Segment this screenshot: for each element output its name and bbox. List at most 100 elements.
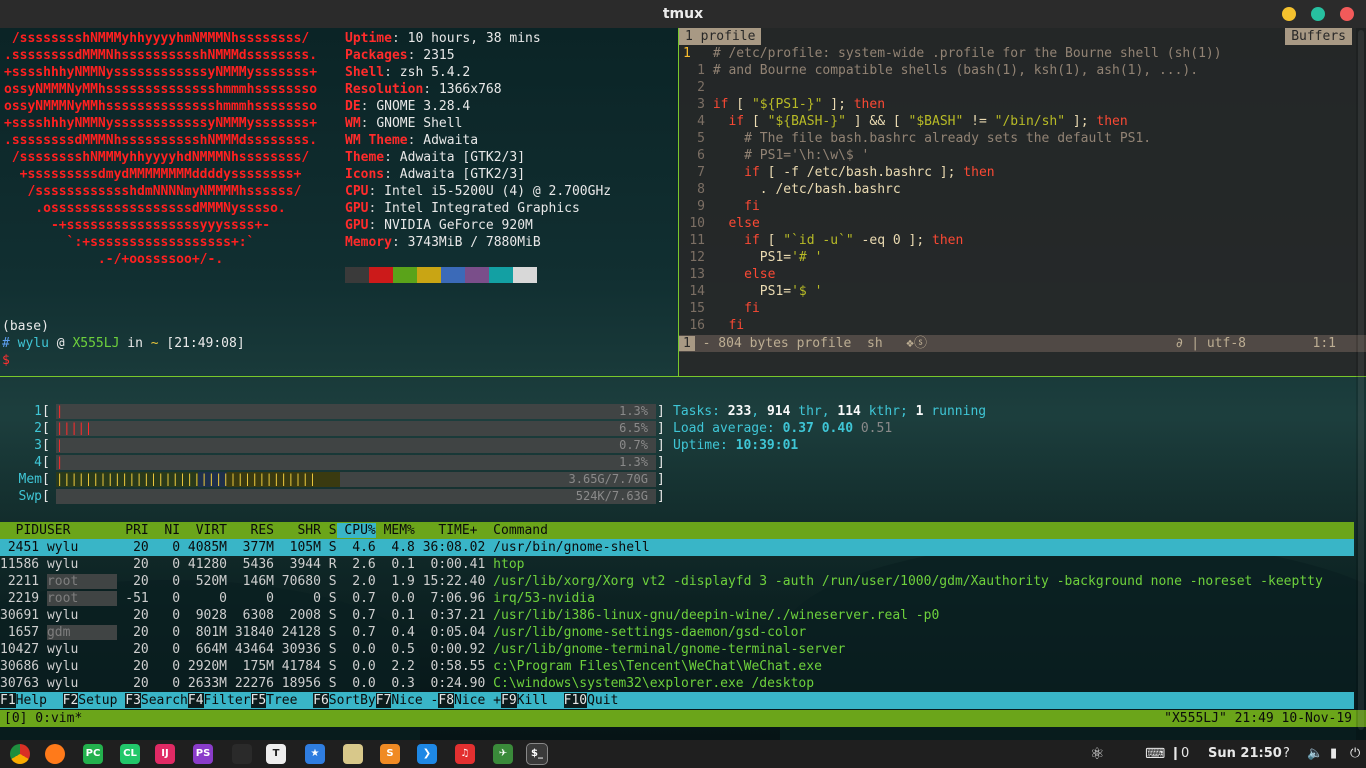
vim-line-text[interactable]: if [ "${BASH-}" ] && [ "$BASH" != "/bin/… bbox=[705, 114, 1127, 129]
vim-line[interactable]: 3 if [ "${PS1-}" ]; then bbox=[679, 96, 1366, 113]
vim-line[interactable]: 8 . /etc/bash.bashrc bbox=[679, 181, 1366, 198]
volume-icon[interactable]: 🔈 bbox=[1307, 740, 1323, 768]
fkey-f7[interactable]: F7 bbox=[375, 693, 392, 708]
neofetch-pane[interactable]: /sssssssshNMMMyhhyyyyhmNMMMNhssssssss/ .s… bbox=[0, 28, 678, 376]
phpstorm-icon[interactable]: PS bbox=[193, 744, 213, 764]
netease-music-icon[interactable]: ♫ bbox=[455, 744, 475, 764]
notification-icon[interactable]: ❙ bbox=[1170, 740, 1181, 768]
qq-icon[interactable] bbox=[232, 744, 252, 764]
fkey-label-f1[interactable]: Help bbox=[16, 693, 63, 708]
notification-count[interactable]: 0 bbox=[1181, 740, 1189, 768]
fkey-f8[interactable]: F8 bbox=[438, 693, 455, 708]
vim-line-text[interactable]: . /etc/bash.bashrc bbox=[705, 182, 901, 197]
vim-line[interactable]: 15 fi bbox=[679, 300, 1366, 317]
fkey-label-f2[interactable]: Setup bbox=[78, 693, 125, 708]
vim-line[interactable]: 13 else bbox=[679, 266, 1366, 283]
pycharm-icon[interactable]: PC bbox=[83, 744, 103, 764]
vim-line[interactable]: 12 PS1='# ' bbox=[679, 249, 1366, 266]
help-icon[interactable]: ? bbox=[1283, 740, 1290, 768]
column-header-virt[interactable]: VIRT bbox=[180, 523, 227, 538]
process-row[interactable]: 2219 root -51 0 0 0 0 S 0.7 0.0 7:06.96 … bbox=[0, 590, 1354, 607]
close-button[interactable] bbox=[1340, 7, 1354, 21]
vim-pane[interactable]: 1 profile Buffers 1 # /etc/profile: syst… bbox=[679, 28, 1366, 376]
battery-icon[interactable]: ▮ bbox=[1330, 740, 1337, 768]
intellij-icon[interactable]: IJ bbox=[155, 744, 175, 764]
fkey-f4[interactable]: F4 bbox=[187, 693, 204, 708]
fkey-f1[interactable]: F1 bbox=[0, 693, 16, 708]
vim-line-text[interactable]: if [ "`id -u`" -eq 0 ]; then bbox=[705, 233, 963, 248]
vim-line[interactable]: 1 # /etc/profile: system-wide .profile f… bbox=[679, 45, 1366, 62]
vim-line-text[interactable]: # The file bash.bashrc already sets the … bbox=[705, 131, 1151, 146]
process-table-header[interactable]: PIDUSER PRI NI VIRT RES SHR S CPU% MEM% … bbox=[0, 522, 1354, 539]
vim-tab-profile[interactable]: 1 profile bbox=[679, 28, 762, 45]
fkey-f3[interactable]: F3 bbox=[125, 693, 141, 708]
vim-line[interactable]: 5 # The file bash.bashrc already sets th… bbox=[679, 130, 1366, 147]
fkey-f2[interactable]: F2 bbox=[62, 693, 79, 708]
vim-line-text[interactable]: PS1='$ ' bbox=[705, 284, 823, 299]
fkey-label-f7[interactable]: Nice - bbox=[391, 693, 438, 708]
maximize-button[interactable] bbox=[1311, 7, 1325, 21]
column-header-cpu[interactable]: CPU% bbox=[336, 523, 376, 538]
fkey-label-f10[interactable]: Quit bbox=[587, 693, 618, 708]
starred-icon[interactable]: ★ bbox=[305, 744, 325, 764]
vim-line[interactable]: 6 # PS1='\h:\w\$ ' bbox=[679, 147, 1366, 164]
process-row[interactable]: 11586 wylu 20 0 41280 5436 3944 R 2.6 0.… bbox=[0, 556, 1354, 573]
power-icon[interactable]: ⏻ bbox=[1350, 740, 1360, 768]
vim-line-text[interactable]: fi bbox=[705, 301, 760, 316]
vim-line-text[interactable]: # PS1='\h:\w\$ ' bbox=[705, 148, 869, 163]
column-header-res[interactable]: RES bbox=[227, 523, 274, 538]
process-table[interactable]: 2451 wylu 20 0 4085M 377M 105M S 4.6 4.8… bbox=[0, 539, 1354, 692]
terminal-scrollbar[interactable] bbox=[1356, 28, 1366, 740]
column-header-command[interactable]: Command bbox=[485, 523, 548, 538]
terminal-icon[interactable]: $_ bbox=[526, 743, 548, 765]
process-row[interactable]: 1657 gdm 20 0 801M 31840 24128 S 0.7 0.4… bbox=[0, 624, 1354, 641]
vim-line-text[interactable]: else bbox=[705, 216, 759, 231]
vim-line-text[interactable]: # /etc/profile: system-wide .profile for… bbox=[705, 46, 1222, 61]
minimize-button[interactable] bbox=[1282, 7, 1296, 21]
column-header-pid[interactable]: PID bbox=[0, 523, 40, 538]
column-header-time[interactable]: TIME+ bbox=[415, 523, 485, 538]
vim-line-text[interactable]: fi bbox=[705, 199, 760, 214]
vim-line[interactable]: 14 PS1='$ ' bbox=[679, 283, 1366, 300]
fkey-f9[interactable]: F9 bbox=[501, 693, 517, 708]
htop-pane[interactable]: 1[| 1.3%] 2[||||| 6.5%] 3[| 0.7%] 4[| 1.3%] Mem[… bbox=[0, 377, 1366, 717]
vim-line[interactable]: 1 # and Bourne compatible shells (bash(1… bbox=[679, 62, 1366, 79]
vim-line[interactable]: 9 fi bbox=[679, 198, 1366, 215]
vim-line-text[interactable]: if [ "${PS1-}" ]; then bbox=[705, 97, 885, 112]
fkey-label-f6[interactable]: SortBy bbox=[329, 693, 376, 708]
vim-line-text[interactable]: if [ -f /etc/bash.bashrc ]; then bbox=[705, 165, 994, 180]
vim-line[interactable]: 16 fi bbox=[679, 317, 1366, 334]
scrollbar-thumb[interactable] bbox=[1358, 30, 1364, 730]
clock[interactable]: Sun 21:50 bbox=[1208, 740, 1282, 768]
process-row[interactable]: 2451 wylu 20 0 4085M 377M 105M S 4.6 4.8… bbox=[0, 539, 1354, 556]
column-header-shr[interactable]: SHR bbox=[274, 523, 321, 538]
vim-line[interactable]: 4 if [ "${BASH-}" ] && [ "$BASH" != "/bi… bbox=[679, 113, 1366, 130]
clion-icon[interactable]: CL bbox=[120, 744, 140, 764]
fkey-label-f9[interactable]: Kill bbox=[517, 693, 564, 708]
fkey-label-f3[interactable]: Search bbox=[141, 693, 188, 708]
keyboard-icon[interactable]: ⌨ bbox=[1145, 740, 1165, 768]
vim-line[interactable]: 7 if [ -f /etc/bash.bashrc ]; then bbox=[679, 164, 1366, 181]
process-row[interactable]: 30686 wylu 20 0 2920M 175M 41784 S 0.0 2… bbox=[0, 658, 1354, 675]
column-header-mem[interactable]: MEM% bbox=[376, 523, 415, 538]
fkey-label-f8[interactable]: Nice + bbox=[454, 693, 501, 708]
process-row[interactable]: 10427 wylu 20 0 664M 43464 30936 S 0.0 0… bbox=[0, 641, 1354, 658]
chrome-icon[interactable] bbox=[10, 744, 30, 764]
process-row[interactable]: 30763 wylu 20 0 2633M 22276 18956 S 0.0 … bbox=[0, 675, 1354, 692]
ssr-icon[interactable]: ✈ bbox=[493, 744, 513, 764]
tmux-window-list[interactable]: [0] 0:vim* bbox=[4, 710, 82, 727]
vim-line[interactable]: 10 else bbox=[679, 215, 1366, 232]
column-header-user[interactable]: USER bbox=[39, 523, 109, 538]
fkey-f5[interactable]: F5 bbox=[250, 693, 267, 708]
terminal-area[interactable]: /sssssssshNMMMyhhyyyyhmNMMMNhssssssss/ .s… bbox=[0, 28, 1366, 740]
shell-prompt[interactable]: (base) # wylu @ X555LJ in ~ [21:49:08] $ bbox=[2, 318, 245, 369]
files-icon[interactable] bbox=[343, 744, 363, 764]
vim-line-text[interactable]: # and Bourne compatible shells (bash(1),… bbox=[705, 63, 1198, 78]
sublime-icon[interactable]: S bbox=[380, 744, 400, 764]
fkey-label-f5[interactable]: Tree bbox=[266, 693, 313, 708]
fkey-label-f4[interactable]: Filter bbox=[204, 693, 251, 708]
vim-editor-lines[interactable]: 1 # /etc/profile: system-wide .profile f… bbox=[679, 45, 1366, 334]
fkey-f6[interactable]: F6 bbox=[313, 693, 329, 708]
vim-line-text[interactable]: PS1='# ' bbox=[705, 250, 823, 265]
process-row[interactable]: 30691 wylu 20 0 9028 6308 2008 S 0.7 0.1… bbox=[0, 607, 1354, 624]
